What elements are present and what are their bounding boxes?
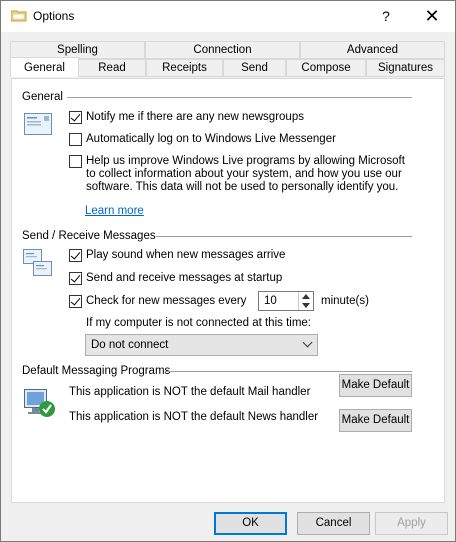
default-programs-divider — [165, 371, 412, 372]
check-messages-checkbox[interactable] — [69, 295, 82, 308]
minutes-label: minute(s) — [321, 295, 369, 307]
window-title: Options — [33, 9, 75, 23]
tab-signatures[interactable]: Signatures — [366, 59, 445, 77]
send-receive-icon — [23, 249, 52, 276]
notify-newsgroups-checkbox[interactable] — [69, 111, 82, 124]
mail-handler-text: This application is NOT the default Mail… — [69, 386, 311, 398]
envelope-icon — [24, 113, 52, 135]
play-sound-checkbox[interactable] — [69, 249, 82, 262]
notify-newsgroups-label: Notify me if there are any new newsgroup… — [86, 111, 304, 123]
improve-programs-checkbox[interactable] — [69, 155, 82, 168]
default-programs-heading: Default Messaging Programs — [22, 365, 171, 377]
help-button[interactable]: ? — [363, 1, 409, 32]
tab-general[interactable]: General — [10, 57, 79, 77]
stepper-down-icon[interactable] — [302, 303, 310, 308]
make-default-news-button[interactable]: Make Default — [339, 409, 412, 432]
title-bar: Options ? ✕ — [1, 1, 455, 32]
chevron-down-icon — [302, 337, 313, 348]
autologon-messenger-label: Automatically log on to Windows Live Mes… — [86, 133, 336, 145]
tab-compose[interactable]: Compose — [286, 59, 366, 77]
check-minutes-value: 10 — [264, 295, 277, 307]
news-handler-text: This application is NOT the default News… — [69, 411, 319, 423]
folder-icon — [11, 10, 27, 22]
send-receive-startup-label: Send and receive messages at startup — [86, 272, 283, 284]
tab-send[interactable]: Send — [223, 59, 286, 77]
check-minutes-stepper[interactable]: 10 — [258, 291, 314, 311]
default-program-icon — [24, 389, 55, 417]
improve-programs-label: Help us improve Windows Live programs by… — [86, 155, 405, 193]
ok-button[interactable]: OK — [214, 512, 287, 535]
close-button[interactable]: ✕ — [409, 1, 455, 32]
not-connected-value: Do not connect — [91, 339, 169, 351]
tab-read[interactable]: Read — [78, 59, 146, 77]
tab-receipts[interactable]: Receipts — [146, 59, 223, 77]
apply-button[interactable]: Apply — [375, 512, 448, 535]
tab-advanced[interactable]: Advanced — [300, 41, 445, 59]
play-sound-label: Play sound when new messages arrive — [86, 249, 286, 261]
not-connected-label: If my computer is not connected at this … — [86, 317, 311, 329]
autologon-messenger-checkbox[interactable] — [69, 133, 82, 146]
stepper-up-icon[interactable] — [302, 294, 310, 299]
send-receive-heading: Send / Receive Messages — [22, 230, 156, 242]
cancel-button[interactable]: Cancel — [297, 512, 370, 535]
send-receive-startup-checkbox[interactable] — [69, 272, 82, 285]
send-receive-divider — [156, 236, 412, 237]
learn-more-link[interactable]: Learn more — [85, 205, 144, 217]
make-default-mail-button[interactable]: Make Default — [339, 374, 412, 397]
not-connected-select[interactable]: Do not connect — [85, 334, 318, 356]
general-heading: General — [22, 91, 63, 103]
general-divider — [67, 97, 412, 98]
check-messages-label: Check for new messages every — [86, 295, 247, 307]
tab-connection[interactable]: Connection — [145, 41, 300, 59]
stepper-buttons[interactable] — [298, 292, 313, 310]
options-dialog: Options ? ✕ Spelling Connection Advanced… — [0, 0, 456, 542]
